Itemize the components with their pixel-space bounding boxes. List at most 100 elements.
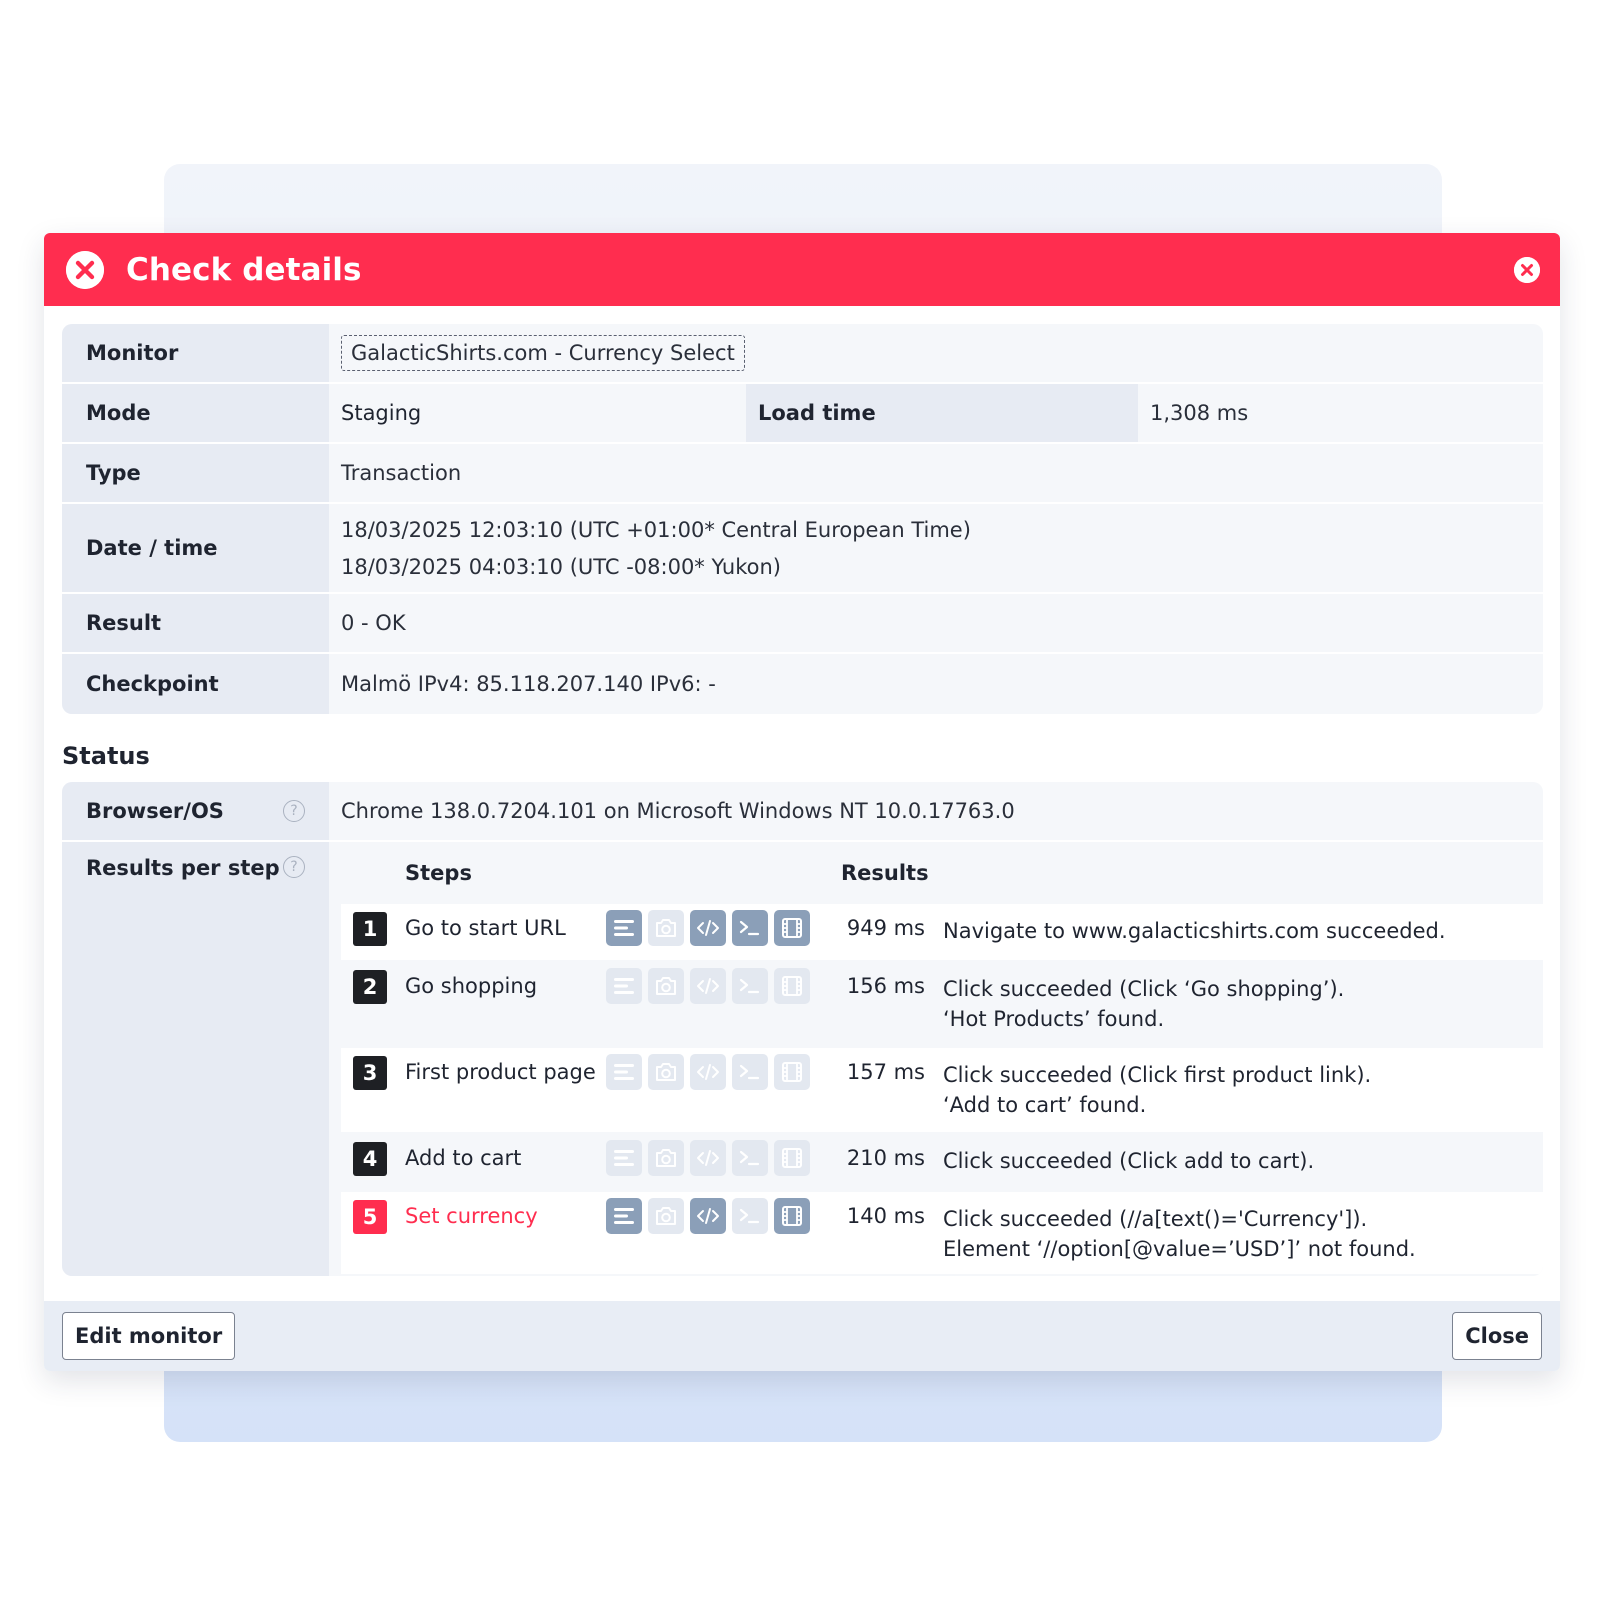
step-result: Click succeeded (Click ‘Go shopping’). ‘H…	[943, 962, 1543, 1034]
step-row: 3 First product page 157 ms Click succeeded…	[341, 1048, 1543, 1134]
screenshot-icon	[648, 1054, 684, 1090]
source-code-icon[interactable]	[690, 1198, 726, 1234]
datetime-user: 18/03/2025 04:03:10 (UTC -08:00* Yukon)	[341, 554, 781, 579]
edit-monitor-button[interactable]: Edit monitor	[62, 1312, 236, 1360]
monitor-row: Monitor GalacticShirts.com - Currency Se…	[62, 324, 1543, 384]
close-icon[interactable]	[1514, 256, 1540, 283]
monitor-label: Monitor	[62, 324, 329, 382]
error-icon	[66, 250, 104, 289]
source-code-icon	[690, 968, 726, 1004]
browser-value: Chrome 138.0.7204.101 on Microsoft Windo…	[341, 799, 1015, 823]
step-result-line: ‘Hot Products’ found.	[943, 1007, 1165, 1031]
step-name: Go shopping	[405, 974, 538, 998]
screenshot-icon	[648, 1140, 684, 1176]
results-column-header: Results	[841, 861, 929, 885]
checkpoint-row: Checkpoint Malmö IPv4: 85.118.207.140 IP…	[62, 654, 1543, 714]
steps-column-header: Steps	[405, 861, 472, 885]
step-result-line: Click succeeded (Click ‘Go shopping’).	[943, 977, 1345, 1001]
video-icon[interactable]	[774, 1198, 810, 1234]
log-icon	[606, 1054, 642, 1090]
help-icon[interactable]: ?	[283, 800, 305, 822]
checkpoint-label: Checkpoint	[62, 654, 329, 714]
console-icon	[732, 968, 768, 1004]
step-duration: 140 ms	[846, 1204, 925, 1228]
load-time-value: 1,308 ms	[1150, 401, 1249, 425]
type-value: Transaction	[341, 461, 462, 485]
check-details-dialog: Check details Monitor GalacticShirts.com…	[44, 233, 1560, 1371]
load-time-label: Load time	[746, 384, 1138, 442]
type-row: Type Transaction	[62, 444, 1543, 504]
browser-label: Browser/OS ?	[62, 782, 329, 840]
dialog-header: Check details	[44, 233, 1560, 306]
dialog-footer: Edit monitor Close	[44, 1301, 1560, 1371]
status-table: Browser/OS ? Chrome 138.0.7204.101 on Mi…	[62, 782, 1543, 1276]
step-result-line: Click succeeded (Click add to cart).	[943, 1149, 1315, 1173]
log-icon[interactable]	[606, 1198, 642, 1234]
step-number: 3	[353, 1056, 387, 1090]
video-icon	[774, 1054, 810, 1090]
video-icon[interactable]	[774, 910, 810, 946]
close-button[interactable]: Close	[1452, 1312, 1542, 1360]
step-name: Set currency	[405, 1204, 538, 1228]
status-heading: Status	[62, 742, 150, 770]
results-per-step-label-text: Results per step	[86, 856, 280, 880]
mode-value: Staging	[341, 401, 422, 425]
monitor-link[interactable]: GalacticShirts.com - Currency Select	[341, 335, 745, 371]
log-icon	[606, 1140, 642, 1176]
step-name: Go to start URL	[405, 916, 566, 940]
step-artifact-icons	[606, 962, 817, 1004]
result-label: Result	[62, 594, 329, 652]
mode-row: Mode Staging Load time 1,308 ms	[62, 384, 1543, 444]
steps-header: Steps Results	[341, 842, 1543, 904]
video-icon	[774, 968, 810, 1004]
datetime-row: Date / time 18/03/2025 12:03:10 (UTC +01…	[62, 504, 1543, 594]
step-duration: 156 ms	[846, 974, 925, 998]
result-value: 0 - OK	[341, 611, 406, 635]
step-number: 1	[353, 912, 387, 946]
step-result: Navigate to www.galacticshirts.com succe…	[943, 904, 1543, 946]
step-row: 1 Go to start URL 949 ms Navigate to www.ga…	[341, 904, 1543, 962]
screenshot-icon	[648, 968, 684, 1004]
datetime-label: Date / time	[62, 504, 329, 592]
help-icon[interactable]: ?	[283, 856, 305, 878]
console-icon	[732, 1054, 768, 1090]
step-result-line: Navigate to www.galacticshirts.com succe…	[943, 919, 1446, 943]
log-icon[interactable]	[606, 910, 642, 946]
checkpoint-value: Malmö IPv4: 85.118.207.140 IPv6: -	[341, 672, 716, 696]
step-number: 2	[353, 970, 387, 1004]
mode-label: Mode	[62, 384, 329, 442]
console-icon[interactable]	[732, 910, 768, 946]
screenshot-icon	[648, 910, 684, 946]
console-icon	[732, 1140, 768, 1176]
step-result-line: Click succeeded (//a[text()='Currency'])…	[943, 1207, 1368, 1231]
step-result-line: ‘Add to cart’ found.	[943, 1093, 1147, 1117]
step-name: First product page	[405, 1060, 596, 1084]
browser-label-text: Browser/OS	[86, 799, 224, 823]
step-result: Click succeeded (Click first product lin…	[943, 1048, 1543, 1120]
step-row: 2 Go shopping 156 ms Click succeeded (Click…	[341, 962, 1543, 1048]
result-row: Result 0 - OK	[62, 594, 1543, 654]
step-artifact-icons	[606, 904, 817, 946]
source-code-icon	[690, 1054, 726, 1090]
type-label: Type	[62, 444, 329, 502]
browser-row: Browser/OS ? Chrome 138.0.7204.101 on Mi…	[62, 782, 1543, 842]
steps-list: Steps Results 1 Go to start URL 949 ms Navi…	[329, 842, 1543, 1276]
step-artifact-icons	[606, 1192, 817, 1234]
source-code-icon[interactable]	[690, 910, 726, 946]
step-number: 4	[353, 1142, 387, 1176]
datetime-local: 18/03/2025 12:03:10 (UTC +01:00* Central…	[341, 517, 971, 542]
step-result-line: Click succeeded (Click first product lin…	[943, 1063, 1372, 1087]
step-result-line: Element ‘//option[@value=’USD’]’ not fou…	[943, 1237, 1416, 1261]
details-table: Monitor GalacticShirts.com - Currency Se…	[62, 324, 1543, 714]
step-duration: 157 ms	[846, 1060, 925, 1084]
console-icon	[732, 1198, 768, 1234]
step-artifact-icons	[606, 1134, 817, 1176]
step-number: 5	[353, 1200, 387, 1234]
results-per-step-label: Results per step ?	[62, 842, 329, 1276]
step-name: Add to cart	[405, 1146, 522, 1170]
step-artifact-icons	[606, 1048, 817, 1090]
log-icon	[606, 968, 642, 1004]
video-icon	[774, 1140, 810, 1176]
dialog-title: Check details	[126, 251, 362, 288]
results-per-step-row: Results per step ? Steps Results 1 Go to …	[62, 842, 1543, 1276]
